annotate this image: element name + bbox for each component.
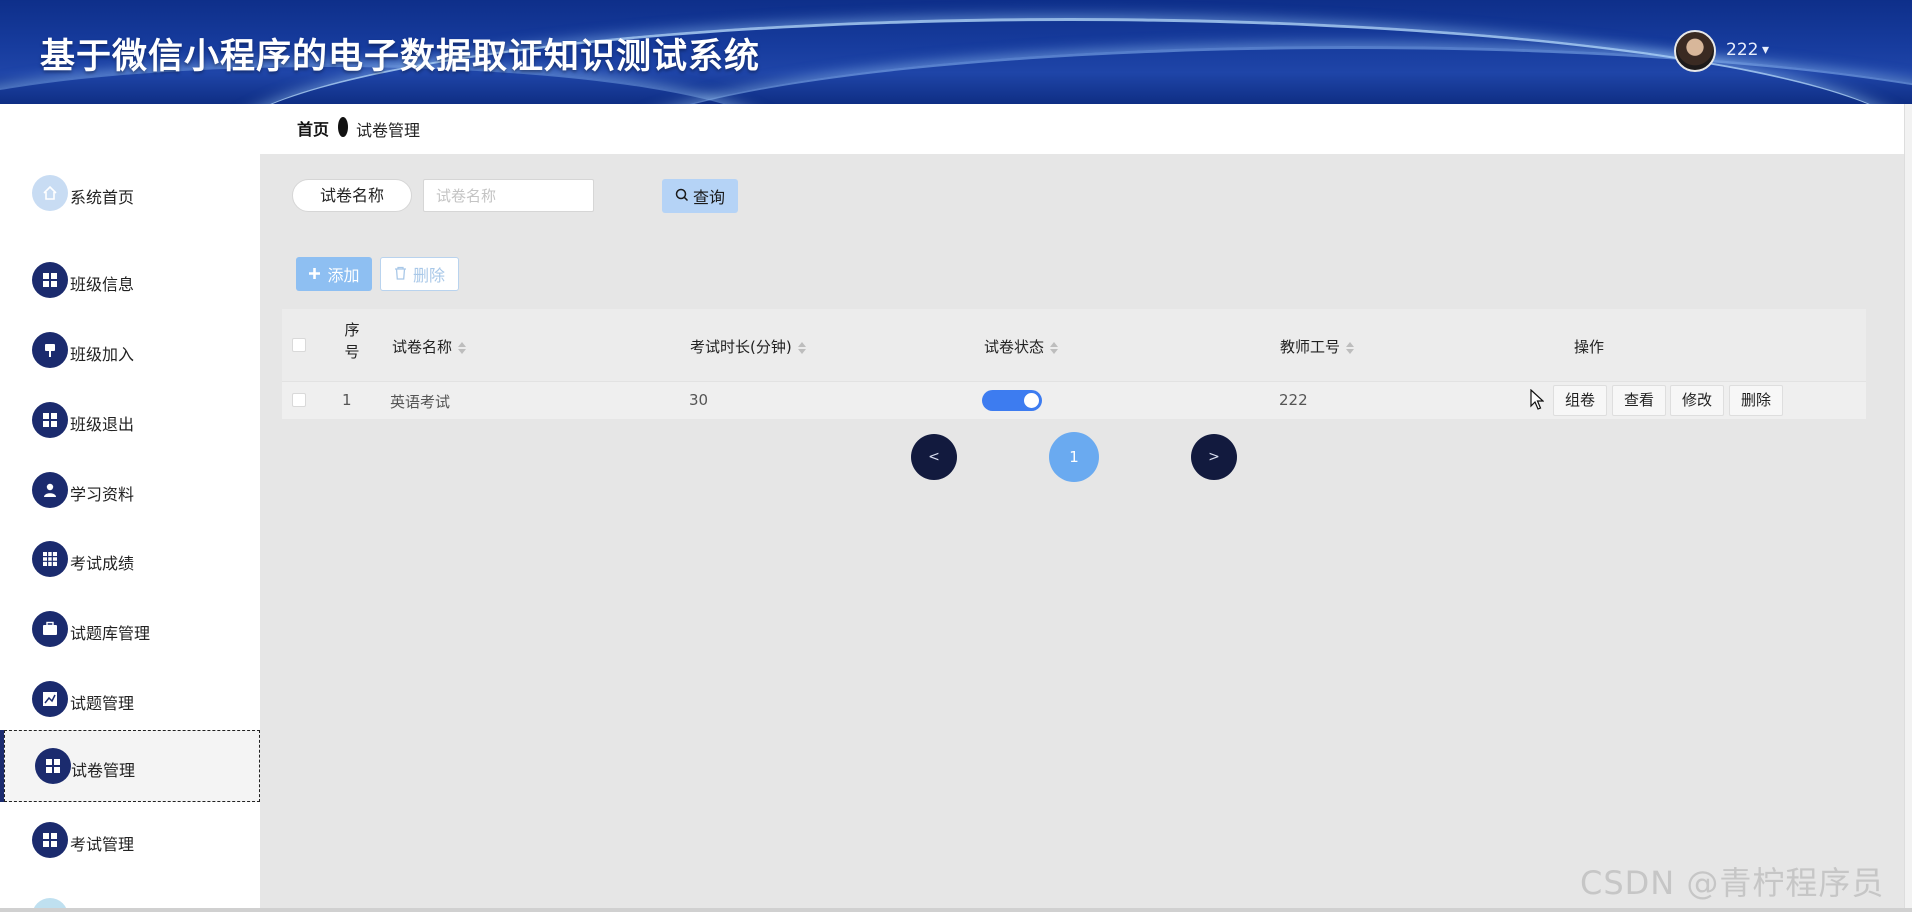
table-row: 1 英语考试 30 222 组卷 查看 修改 删除 bbox=[282, 381, 1866, 419]
cell-duration: 30 bbox=[689, 391, 709, 409]
column-header-label: 教师工号 bbox=[1280, 338, 1341, 356]
sort-icon[interactable] bbox=[797, 341, 806, 354]
trash-icon bbox=[394, 265, 407, 284]
grid-icon bbox=[35, 748, 71, 784]
sidebar-item-class-join[interactable]: 班级加入 bbox=[0, 321, 260, 381]
sidebar-item-label: 考试成绩 bbox=[70, 554, 135, 573]
sidebar-item-label: 试题管理 bbox=[70, 694, 135, 713]
sidebar-item-exam-scores[interactable]: 考试成绩 bbox=[0, 530, 260, 590]
sidebar-item-label: 班级退出 bbox=[70, 415, 135, 434]
paper-status-toggle[interactable] bbox=[982, 390, 1042, 411]
batch-delete-button[interactable]: 删除 bbox=[380, 257, 459, 291]
cell-teacher-id: 222 bbox=[1279, 391, 1308, 409]
top-header: 基于微信小程序的电子数据取证知识测试系统 222 ▾ bbox=[0, 0, 1912, 104]
search-field-label: 试卷名称 bbox=[292, 179, 412, 212]
sidebar-item-study-material[interactable]: 学习资料 bbox=[0, 461, 260, 521]
watermark: CSDN @青柠程序员 bbox=[1580, 864, 1885, 902]
toggle-knob bbox=[1024, 393, 1039, 408]
column-header-status[interactable]: 试卷状态 bbox=[984, 336, 1059, 357]
app-title: 基于微信小程序的电子数据取证知识测试系统 bbox=[40, 37, 761, 77]
sidebar-item-label: 班级加入 bbox=[70, 345, 135, 364]
breadcrumb: 首页 试卷管理 bbox=[260, 104, 1904, 154]
sidebar-item-label: 系统首页 bbox=[70, 188, 135, 207]
view-button[interactable]: 查看 bbox=[1612, 385, 1666, 416]
sidebar-item-label: 考试管理 bbox=[70, 835, 135, 854]
paper-name-search-input[interactable] bbox=[423, 179, 594, 212]
mouse-cursor-icon bbox=[1530, 388, 1545, 415]
grid-icon bbox=[32, 822, 68, 858]
briefcase-icon bbox=[32, 611, 68, 647]
cell-paper-name: 英语考试 bbox=[390, 393, 451, 411]
sort-icon[interactable] bbox=[1346, 341, 1355, 354]
add-button[interactable]: 添加 bbox=[296, 257, 372, 291]
window-bottom-edge bbox=[0, 908, 1912, 912]
sidebar-item-exam-manage[interactable]: 考试管理 bbox=[0, 811, 260, 871]
home-icon bbox=[32, 175, 68, 211]
sidebar: 系统首页 班级信息 班级加入 班级退出 学习资料 考试成绩 试题库管理 试题管理… bbox=[0, 104, 260, 912]
column-header-index: 序号 bbox=[344, 321, 360, 361]
edit-button[interactable]: 修改 bbox=[1670, 385, 1724, 416]
sidebar-item-paper-manage[interactable]: 试卷管理 bbox=[4, 730, 260, 802]
breadcrumb-current: 试卷管理 bbox=[356, 121, 421, 140]
row-checkbox[interactable] bbox=[292, 393, 306, 407]
sidebar-item-label: 班级信息 bbox=[70, 275, 135, 294]
search-icon bbox=[675, 187, 689, 206]
breadcrumb-home[interactable]: 首页 bbox=[297, 116, 329, 140]
breadcrumb-separator-icon bbox=[338, 117, 348, 137]
plus-icon bbox=[308, 265, 321, 284]
query-button-label: 查询 bbox=[692, 188, 725, 207]
add-button-label: 添加 bbox=[327, 266, 360, 285]
column-header-actions: 操作 bbox=[1574, 338, 1605, 356]
active-indicator bbox=[0, 730, 4, 802]
query-button[interactable]: 查询 bbox=[662, 179, 738, 213]
compose-paper-button[interactable]: 组卷 bbox=[1553, 385, 1607, 416]
column-header-duration[interactable]: 考试时长(分钟) bbox=[690, 336, 806, 357]
page-scrollbar[interactable] bbox=[1904, 104, 1912, 912]
column-header-paper-name[interactable]: 试卷名称 bbox=[392, 336, 467, 357]
sidebar-item-label: 试卷管理 bbox=[71, 761, 136, 780]
user-avatar[interactable] bbox=[1674, 30, 1716, 72]
grid-icon bbox=[32, 402, 68, 438]
pagination-page-button[interactable]: 1 bbox=[1049, 432, 1099, 482]
chevron-down-icon[interactable]: ▾ bbox=[1762, 42, 1769, 58]
column-header-teacher-id[interactable]: 教师工号 bbox=[1280, 336, 1355, 357]
delete-button-label: 删除 bbox=[412, 266, 445, 285]
table-icon bbox=[32, 541, 68, 577]
sidebar-item-class-exit[interactable]: 班级退出 bbox=[0, 391, 260, 451]
sidebar-item-question-bank[interactable]: 试题库管理 bbox=[0, 600, 260, 660]
user-name[interactable]: 222 bbox=[1726, 40, 1758, 60]
paper-table: 序号 试卷名称 考试时长(分钟) 试卷状态 教师工号 操作 1 英语考试 30 … bbox=[282, 309, 1866, 419]
sidebar-item-question-manage[interactable]: 试题管理 bbox=[0, 670, 260, 730]
sidebar-item-home[interactable]: 系统首页 bbox=[0, 164, 260, 224]
cell-index: 1 bbox=[342, 391, 352, 409]
chart-icon bbox=[32, 681, 68, 717]
table-header: 序号 试卷名称 考试时长(分钟) 试卷状态 教师工号 操作 bbox=[282, 309, 1866, 381]
sidebar-item-label: 试题库管理 bbox=[70, 624, 151, 643]
sidebar-item-label: 学习资料 bbox=[70, 485, 135, 504]
grid-icon bbox=[32, 262, 68, 298]
column-header-label: 试卷状态 bbox=[984, 338, 1045, 356]
column-header-label: 考试时长(分钟) bbox=[690, 338, 792, 356]
user-icon bbox=[32, 472, 68, 508]
delete-button[interactable]: 删除 bbox=[1729, 385, 1783, 416]
sort-icon[interactable] bbox=[1050, 341, 1059, 354]
sidebar-item-class-info[interactable]: 班级信息 bbox=[0, 251, 260, 311]
select-all-checkbox[interactable] bbox=[292, 338, 306, 352]
main-content: 试卷名称 查询 添加 删除 序号 试卷名称 考试时长(分钟) 试卷状态 教师工号… bbox=[260, 154, 1904, 912]
pagination-next-button[interactable]: > bbox=[1191, 434, 1237, 480]
pagination-prev-button[interactable]: < bbox=[911, 434, 957, 480]
pin-icon bbox=[32, 332, 68, 368]
sort-icon[interactable] bbox=[458, 341, 467, 354]
column-header-label: 试卷名称 bbox=[392, 338, 453, 356]
